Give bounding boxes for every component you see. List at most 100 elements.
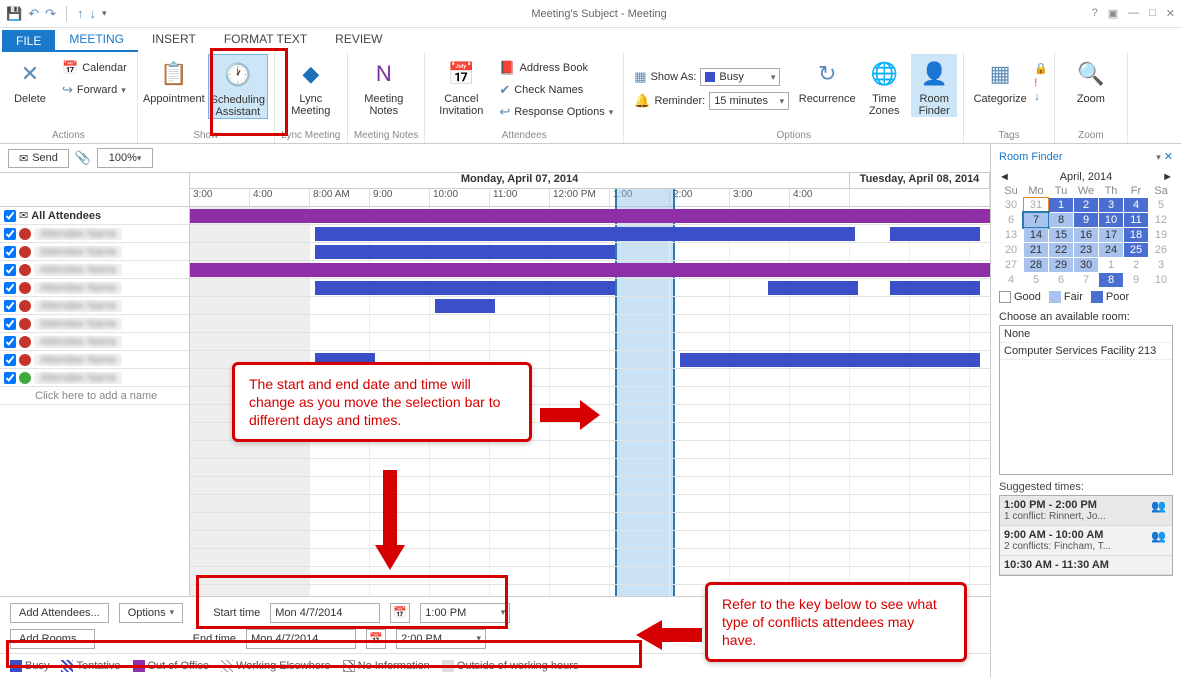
attendee-row[interactable]: Attendee Name — [0, 369, 189, 387]
lync-meeting-button[interactable]: ◆Lync Meeting — [281, 54, 341, 117]
suggested-time-2[interactable]: 9:00 AM - 10:00 AM2 conflicts: Fincham, … — [1000, 526, 1172, 556]
calendar-day[interactable]: 30 — [999, 198, 1023, 212]
minimize-icon[interactable]: — — [1128, 7, 1139, 20]
room-list[interactable]: None Computer Services Facility 213 — [999, 325, 1173, 475]
calendar-day[interactable]: 26 — [1149, 243, 1173, 257]
calendar-day[interactable]: 9 — [1124, 273, 1148, 287]
calendar-day[interactable]: 24 — [1099, 243, 1123, 257]
start-time-input[interactable]: 1:00 PM▾ — [420, 603, 510, 623]
calendar-day[interactable]: 9 — [1074, 213, 1098, 227]
calendar-day[interactable]: 19 — [1149, 228, 1173, 242]
all-attendees-check[interactable] — [4, 210, 16, 222]
calendar-day[interactable]: 10 — [1099, 213, 1123, 227]
attendee-row[interactable]: Attendee Name — [0, 297, 189, 315]
attendee-row[interactable]: Attendee Name — [0, 351, 189, 369]
low-importance-icon[interactable]: ↓ — [1034, 91, 1048, 103]
calendar-day[interactable]: 31 — [1024, 198, 1048, 212]
time-zones-button[interactable]: 🌐Time Zones — [861, 54, 907, 117]
calendar-day[interactable]: 6 — [999, 213, 1023, 227]
zoom-level-select[interactable]: 100%▾ — [97, 148, 153, 168]
attendee-check[interactable] — [4, 354, 16, 366]
calendar-day[interactable]: 13 — [999, 228, 1023, 242]
end-date-picker[interactable]: 📅 — [366, 629, 386, 649]
calendar-day[interactable]: 20 — [999, 243, 1023, 257]
calendar-day[interactable]: 2 — [1074, 198, 1098, 212]
calendar-day[interactable]: 4 — [999, 273, 1023, 287]
prev-icon[interactable]: ↑ — [77, 6, 84, 21]
calendar-day[interactable]: 17 — [1099, 228, 1123, 242]
calendar-day[interactable]: 27 — [999, 258, 1023, 272]
calendar-day[interactable]: 12 — [1149, 213, 1173, 227]
prev-month-icon[interactable]: ◄ — [999, 171, 1010, 183]
start-date-input[interactable]: Mon 4/7/2014 — [270, 603, 380, 623]
maximize-icon[interactable]: □ — [1149, 7, 1156, 20]
attendee-check[interactable] — [4, 246, 16, 258]
calendar-day[interactable]: 3 — [1149, 258, 1173, 272]
categorize-button[interactable]: ▦Categorize — [970, 54, 1030, 105]
save-icon[interactable]: 💾 — [6, 6, 22, 22]
tab-review[interactable]: REVIEW — [321, 28, 396, 52]
calendar-day[interactable]: 5 — [1024, 273, 1048, 287]
attendee-row[interactable]: Attendee Name — [0, 243, 189, 261]
calendar-day[interactable]: 14 — [1024, 228, 1048, 242]
calendar-day[interactable]: 7 — [1024, 213, 1048, 227]
calendar-day[interactable]: 21 — [1024, 243, 1048, 257]
close-icon[interactable]: ✕ — [1166, 7, 1175, 20]
tab-insert[interactable]: INSERT — [138, 28, 210, 52]
calendar-day[interactable]: 7 — [1074, 273, 1098, 287]
reminder-select[interactable]: 15 minutes▾ — [709, 92, 789, 110]
calendar-button[interactable]: 📅Calendar — [58, 58, 131, 78]
attendee-check[interactable] — [4, 372, 16, 384]
appointment-button[interactable]: 📋Appointment — [144, 54, 204, 105]
forward-button[interactable]: ↪Forward▾ — [58, 80, 131, 100]
zoom-button[interactable]: 🔍Zoom — [1061, 54, 1121, 105]
redo-icon[interactable]: ↷ — [45, 6, 56, 22]
meeting-notes-button[interactable]: NMeeting Notes — [354, 54, 414, 117]
calendar-day[interactable]: 18 — [1124, 228, 1148, 242]
calendar-day[interactable]: 28 — [1024, 258, 1048, 272]
add-attendees-button[interactable]: Add Attendees... — [10, 603, 109, 623]
calendar-day[interactable]: 4 — [1124, 198, 1148, 212]
add-rooms-button[interactable]: Add Rooms... — [10, 629, 95, 649]
end-time-input[interactable]: 2:00 PM▾ — [396, 629, 486, 649]
private-icon[interactable]: 🔒 — [1034, 62, 1048, 75]
calendar-day[interactable]: 30 — [1074, 258, 1098, 272]
suggested-time-1[interactable]: 1:00 PM - 2:00 PM1 conflict: Rinnert, Jo… — [1000, 496, 1172, 526]
attendee-check[interactable] — [4, 318, 16, 330]
attendee-row[interactable]: Attendee Name — [0, 333, 189, 351]
paperclip-icon[interactable]: 📎 — [75, 150, 91, 166]
room-item-none[interactable]: None — [1000, 326, 1172, 343]
calendar-day[interactable]: 11 — [1124, 213, 1148, 227]
calendar-day[interactable]: 5 — [1149, 198, 1173, 212]
next-icon[interactable]: ↓ — [90, 6, 97, 21]
address-book-button[interactable]: 📕Address Book — [495, 58, 617, 78]
add-attendee-row[interactable]: Click here to add a name — [0, 387, 189, 405]
ribbon-collapse-icon[interactable]: ▣ — [1108, 7, 1118, 20]
attendee-row[interactable]: Attendee Name — [0, 261, 189, 279]
calendar-day[interactable]: 10 — [1149, 273, 1173, 287]
calendar-day[interactable]: 1 — [1099, 258, 1123, 272]
attendee-check[interactable] — [4, 300, 16, 312]
mini-calendar[interactable]: ◄April, 2014► SuMoTuWeThFrSa303112345678… — [999, 169, 1173, 287]
attendee-row[interactable]: Attendee Name — [0, 225, 189, 243]
pane-close-icon[interactable]: ✕ — [1164, 151, 1173, 163]
attendee-row[interactable]: Attendee Name — [0, 315, 189, 333]
attendee-check[interactable] — [4, 228, 16, 240]
calendar-day[interactable]: 16 — [1074, 228, 1098, 242]
end-date-input[interactable]: Mon 4/7/2014 — [246, 629, 356, 649]
options-button[interactable]: Options▾ — [119, 603, 183, 623]
calendar-day[interactable]: 15 — [1049, 228, 1073, 242]
attendee-check[interactable] — [4, 264, 16, 276]
pane-menu-icon[interactable]: ▾ — [1156, 152, 1161, 162]
calendar-day[interactable]: 8 — [1049, 213, 1073, 227]
room-finder-button[interactable]: 👤Room Finder — [911, 54, 957, 117]
calendar-day[interactable]: 22 — [1049, 243, 1073, 257]
scheduling-assistant-button[interactable]: 🕐Scheduling Assistant — [208, 54, 268, 119]
calendar-day[interactable]: 3 — [1099, 198, 1123, 212]
tab-meeting[interactable]: MEETING — [55, 28, 138, 52]
calendar-day[interactable]: 2 — [1124, 258, 1148, 272]
attendee-row[interactable]: Attendee Name — [0, 279, 189, 297]
cancel-invitation-button[interactable]: 📅Cancel Invitation — [431, 54, 491, 117]
tab-format-text[interactable]: FORMAT TEXT — [210, 28, 321, 52]
calendar-day[interactable]: 25 — [1124, 243, 1148, 257]
